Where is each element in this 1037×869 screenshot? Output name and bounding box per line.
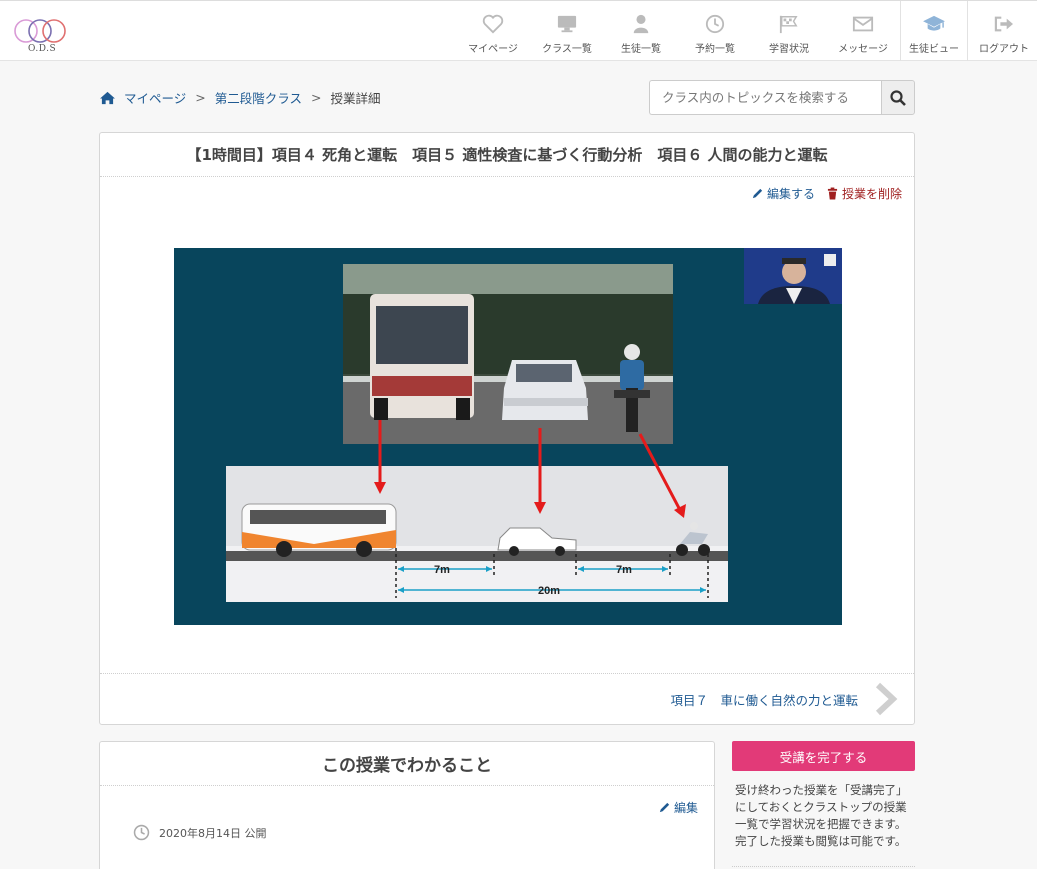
clock-icon bbox=[705, 13, 725, 35]
monitor-icon bbox=[556, 13, 578, 35]
breadcrumb-mypage[interactable]: マイページ bbox=[124, 88, 186, 107]
flag-icon bbox=[778, 13, 800, 35]
edit-lesson-link[interactable]: 編集する bbox=[751, 185, 815, 202]
nav-progress[interactable]: 学習状況 bbox=[752, 1, 826, 61]
nav-students[interactable]: 生徒一覧 bbox=[604, 1, 678, 61]
edit-lesson-label: 編集する bbox=[766, 187, 815, 201]
search-input[interactable] bbox=[649, 80, 881, 115]
sign-out-icon bbox=[993, 13, 1015, 35]
lesson-video[interactable]: 7m 7m 20m bbox=[174, 248, 842, 625]
delete-lesson-link[interactable]: 授業を削除 bbox=[827, 185, 902, 202]
video-frame: 7m 7m 20m bbox=[226, 248, 842, 602]
topic-search bbox=[649, 80, 915, 115]
nav-classes[interactable]: クラス一覧 bbox=[530, 1, 604, 61]
dim-right-label: 7m bbox=[616, 564, 632, 576]
instructor-webcam bbox=[744, 248, 842, 304]
nav-messages[interactable]: メッセージ bbox=[826, 1, 900, 61]
breadcrumb: マイページ > 第二段階クラス > 授業詳細 bbox=[99, 88, 381, 107]
nav-mypage-label: マイページ bbox=[468, 44, 518, 55]
lesson-actions: 編集する 授業を削除 bbox=[751, 185, 902, 202]
trash-icon bbox=[827, 187, 838, 200]
complete-lesson-button[interactable]: 受講を完了する bbox=[732, 741, 915, 771]
nav-reservations-label: 予約一覧 bbox=[695, 44, 735, 55]
dim-left-label: 7m bbox=[434, 564, 450, 576]
nav-logout-label: ログアウト bbox=[979, 44, 1029, 55]
logo-text: O.D.S bbox=[28, 44, 57, 54]
nav-students-label: 生徒一覧 bbox=[621, 44, 661, 55]
edit-summary-link[interactable]: 編集 bbox=[658, 799, 698, 816]
nav-reservations[interactable]: 予約一覧 bbox=[678, 1, 752, 61]
delete-lesson-label: 授業を削除 bbox=[841, 187, 902, 201]
breadcrumb-class[interactable]: 第二段階クラス bbox=[215, 88, 302, 107]
breadcrumb-separator: > bbox=[311, 90, 322, 105]
clock-icon bbox=[133, 824, 150, 841]
nav-mypage[interactable]: マイページ bbox=[456, 1, 530, 61]
nav-logout[interactable]: ログアウト bbox=[968, 1, 1037, 61]
distance-diagram: 7m 7m 20m bbox=[226, 466, 728, 602]
road-photo bbox=[343, 264, 673, 444]
nav-progress-label: 学習状況 bbox=[769, 44, 809, 55]
pencil-icon bbox=[659, 802, 670, 813]
nav-messages-label: メッセージ bbox=[838, 44, 888, 55]
dim-total-label: 20m bbox=[538, 585, 560, 597]
divider bbox=[732, 866, 915, 867]
nav-classes-label: クラス一覧 bbox=[542, 44, 592, 55]
chevron-right-icon[interactable] bbox=[874, 682, 898, 716]
heart-icon bbox=[482, 13, 504, 35]
lesson-title: 【1時間目】項目４ 死角と運転 項目５ 適性検査に基づく行動分析 項目６ 人間の… bbox=[100, 133, 914, 177]
top-navbar: O.D.S マイページ クラス一覧 生徒一覧 予約一覧 学習状況 メッセージ 生… bbox=[0, 0, 1037, 61]
graduation-cap-icon bbox=[922, 13, 946, 35]
nav-student-view-label: 生徒ビュー bbox=[909, 44, 959, 55]
lesson-footer: 項目７ 車に働く自然の力と運転 bbox=[100, 673, 914, 725]
next-lesson-link[interactable]: 項目７ 車に働く自然の力と運転 bbox=[670, 690, 858, 709]
summary-title: この授業でわかること bbox=[100, 742, 714, 786]
published-date: 2020年8月14日 公開 bbox=[133, 824, 267, 841]
search-icon bbox=[890, 89, 906, 106]
published-date-label: 2020年8月14日 公開 bbox=[159, 826, 267, 840]
search-button[interactable] bbox=[881, 80, 915, 115]
envelope-icon bbox=[852, 13, 874, 35]
breadcrumb-current: 授業詳細 bbox=[330, 91, 381, 106]
pencil-icon bbox=[752, 188, 763, 199]
summary-panel: この授業でわかること 編集 2020年8月14日 公開 bbox=[99, 741, 715, 869]
edit-summary-label: 編集 bbox=[673, 801, 698, 815]
breadcrumb-separator: > bbox=[195, 90, 206, 105]
lesson-panel: 【1時間目】項目４ 死角と運転 項目５ 適性検査に基づく行動分析 項目６ 人間の… bbox=[99, 132, 915, 725]
complete-note: 受け終わった授業を「受講完了」にしておくとクラストップの授業一覧で学習状況を把握… bbox=[735, 783, 908, 848]
nav-student-view[interactable]: 生徒ビュー bbox=[901, 1, 967, 61]
user-icon bbox=[632, 13, 650, 35]
home-icon[interactable] bbox=[99, 91, 116, 105]
